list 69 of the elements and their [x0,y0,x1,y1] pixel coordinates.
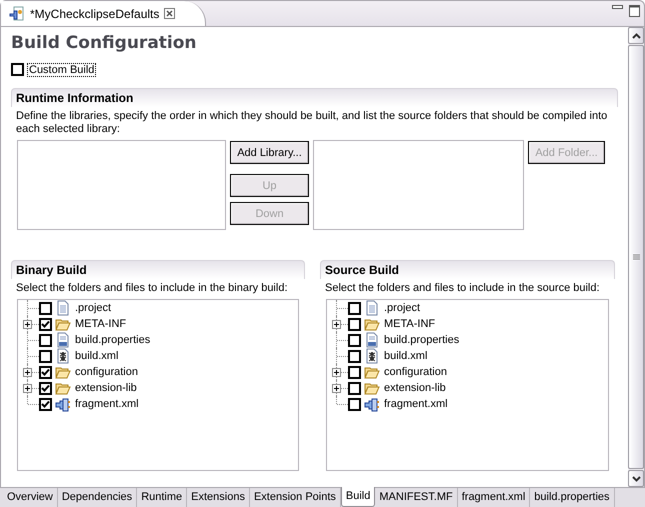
scroll-up-button[interactable] [628,27,644,44]
page-tab[interactable]: Build [340,487,376,507]
editor-tab[interactable]: *MyCheckclipseDefaults [1,1,206,26]
page-tab[interactable]: Runtime [137,488,188,507]
page-title: Build Configuration [11,32,198,54]
page-tab[interactable]: Overview [3,488,58,507]
checkbox[interactable] [348,398,361,410]
plugin-file-icon [9,6,25,22]
tree-item-label[interactable]: .project [75,302,112,314]
expand-icon[interactable] [23,368,32,377]
section-header: Source Build [320,260,615,279]
checkbox[interactable] [348,318,361,330]
expand-icon[interactable] [332,320,341,329]
tree-item-label[interactable]: fragment.xml [75,398,139,410]
insect-file-icon [55,348,71,364]
checkbox[interactable] [11,63,24,76]
binary-file-icon [364,332,380,348]
tree-item-label[interactable]: .project [384,302,420,314]
section-description: Select the folders and files to include in the source build: [324,281,601,295]
tree-item-label[interactable]: configuration [75,366,138,378]
tree-item-label[interactable]: fragment.xml [384,398,448,410]
editor-tab-title: *MyCheckclipseDefaults [30,6,160,20]
scroll-thumb[interactable] [628,45,644,469]
checkbox[interactable] [39,382,52,394]
binary-file-icon [55,332,71,348]
page-tab[interactable]: Extensions [187,488,250,507]
checkbox[interactable] [39,334,52,346]
plug-icon [364,396,380,412]
section-header: Runtime Information [11,88,618,107]
page-tab[interactable]: fragment.xml [458,488,530,507]
plug-icon [55,396,71,412]
expand-icon[interactable] [23,384,32,393]
page-tab[interactable]: build.properties [530,488,615,507]
expand-icon[interactable] [332,368,341,377]
checkbox[interactable] [348,382,361,394]
checkbox[interactable] [348,366,361,378]
chevron-down-icon [632,476,640,482]
checkbox[interactable] [39,350,52,362]
checkbox[interactable] [348,334,361,346]
grip-icon [632,254,640,260]
page-tab[interactable]: MANIFEST.MF [375,488,458,507]
tree-item-label[interactable]: META-INF [75,318,126,330]
checkbox[interactable] [39,398,52,410]
tree-item-label[interactable]: build.properties [75,334,150,346]
checkbox[interactable] [348,350,361,362]
tree-item-label[interactable]: META-INF [384,318,436,330]
checkbox-label[interactable]: Custom Build [28,64,96,76]
tree-item-label[interactable]: build.properties [384,334,460,346]
tree-item-label[interactable]: build.xml [384,350,428,362]
chevron-up-icon [632,32,640,38]
section-description: Select the folders and files to include in the binary build: [15,281,288,295]
page-tab[interactable]: Dependencies [58,488,138,507]
tree-item-label[interactable]: extension-lib [384,382,446,394]
section-header: Binary Build [11,260,305,279]
checkbox[interactable] [39,366,52,378]
checkbox[interactable] [39,318,52,330]
close-icon[interactable] [164,8,176,19]
expand-icon[interactable] [332,384,341,393]
add-library-button[interactable]: Add Library... [230,141,309,164]
maximize-icon[interactable] [629,5,640,17]
insect-file-icon [364,348,380,364]
tree-item-label[interactable]: configuration [384,366,447,378]
section-description: Define the libraries, specify the order in which they should be built, and list the source folders that should be compiled into each selected library: [15,109,608,136]
scroll-down-button[interactable] [628,470,644,487]
checkbox[interactable] [39,302,52,314]
tree-item-label[interactable]: extension-lib [75,382,137,394]
checkbox[interactable] [348,302,361,314]
tree-item-label[interactable]: build.xml [75,350,118,362]
expand-icon[interactable] [23,320,32,329]
